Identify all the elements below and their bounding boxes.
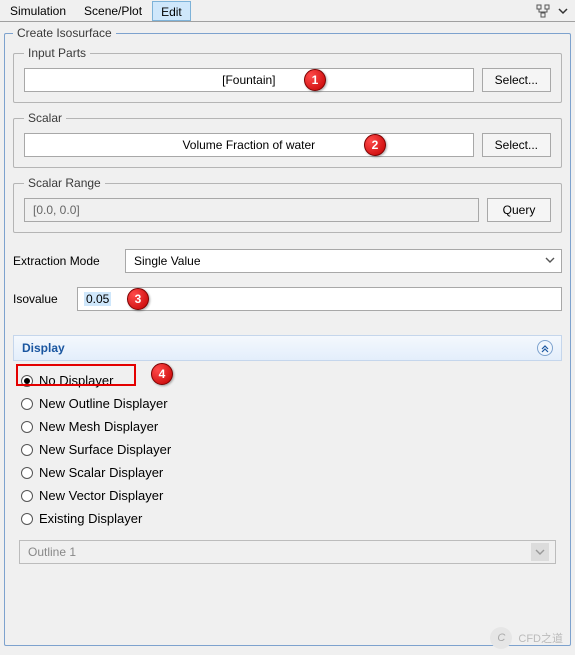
chevron-down-icon: [545, 254, 555, 268]
radio-icon: [21, 444, 33, 456]
radio-label: New Vector Displayer: [39, 488, 163, 503]
isovalue-value: 0.05: [84, 292, 111, 306]
radio-icon: [21, 490, 33, 502]
isovalue-input[interactable]: 0.05: [77, 287, 562, 311]
scalar-legend: Scalar: [24, 111, 66, 125]
collapse-up-icon: [537, 340, 553, 356]
scalar-select-button[interactable]: Select...: [482, 133, 551, 157]
display-radio-option[interactable]: New Scalar Displayer: [19, 461, 556, 484]
input-parts-legend: Input Parts: [24, 46, 90, 60]
tree-icon[interactable]: [535, 3, 551, 19]
display-header-label: Display: [22, 341, 65, 355]
display-radio-option[interactable]: New Surface Displayer: [19, 438, 556, 461]
existing-displayer-select: Outline 1: [19, 540, 556, 564]
extraction-mode-label: Extraction Mode: [13, 254, 117, 268]
top-tab-bar: Simulation Scene/Plot Edit: [0, 0, 575, 22]
display-radio-option[interactable]: New Outline Displayer: [19, 392, 556, 415]
radio-icon: [21, 421, 33, 433]
scalar-group: Scalar Volume Fraction of water Select..…: [13, 111, 562, 168]
radio-label: Existing Displayer: [39, 511, 142, 526]
tab-simulation[interactable]: Simulation: [2, 1, 74, 21]
tab-sceneplot[interactable]: Scene/Plot: [76, 1, 150, 21]
radio-label: No Displayer: [39, 373, 113, 388]
existing-displayer-value: Outline 1: [28, 545, 76, 559]
scalar-range-query-button[interactable]: Query: [487, 198, 551, 222]
scalar-range-group: Scalar Range [0.0, 0.0] Query: [13, 176, 562, 233]
scalar-range-legend: Scalar Range: [24, 176, 105, 190]
display-radio-option[interactable]: New Mesh Displayer: [19, 415, 556, 438]
isovalue-label: Isovalue: [13, 292, 69, 306]
extraction-mode-value: Single Value: [134, 254, 201, 268]
input-parts-select-button[interactable]: Select...: [482, 68, 551, 92]
display-radio-option[interactable]: No Displayer: [19, 369, 556, 392]
scalar-field[interactable]: Volume Fraction of water: [24, 133, 474, 157]
tab-edit[interactable]: Edit: [152, 1, 191, 21]
radio-icon: [21, 513, 33, 525]
display-radio-option[interactable]: New Vector Displayer: [19, 484, 556, 507]
radio-label: New Scalar Displayer: [39, 465, 163, 480]
create-isosurface-panel: Create Isosurface Input Parts [Fountain]…: [4, 26, 571, 646]
input-parts-field[interactable]: [Fountain]: [24, 68, 474, 92]
scalar-range-field: [0.0, 0.0]: [24, 198, 479, 222]
chevron-down-icon: [531, 543, 549, 561]
display-radio-group: No Displayer New Outline Displayer New Mes…: [13, 361, 562, 540]
display-radio-option[interactable]: Existing Displayer: [19, 507, 556, 530]
radio-icon: [21, 467, 33, 479]
dropdown-menu-icon[interactable]: [555, 3, 571, 19]
extraction-mode-select[interactable]: Single Value: [125, 249, 562, 273]
radio-icon: [21, 375, 33, 387]
input-parts-group: Input Parts [Fountain] Select... 1: [13, 46, 562, 103]
radio-icon: [21, 398, 33, 410]
radio-label: New Surface Displayer: [39, 442, 171, 457]
display-section-header[interactable]: Display: [13, 335, 562, 361]
radio-label: New Mesh Displayer: [39, 419, 158, 434]
radio-label: New Outline Displayer: [39, 396, 168, 411]
panel-title: Create Isosurface: [13, 26, 116, 40]
